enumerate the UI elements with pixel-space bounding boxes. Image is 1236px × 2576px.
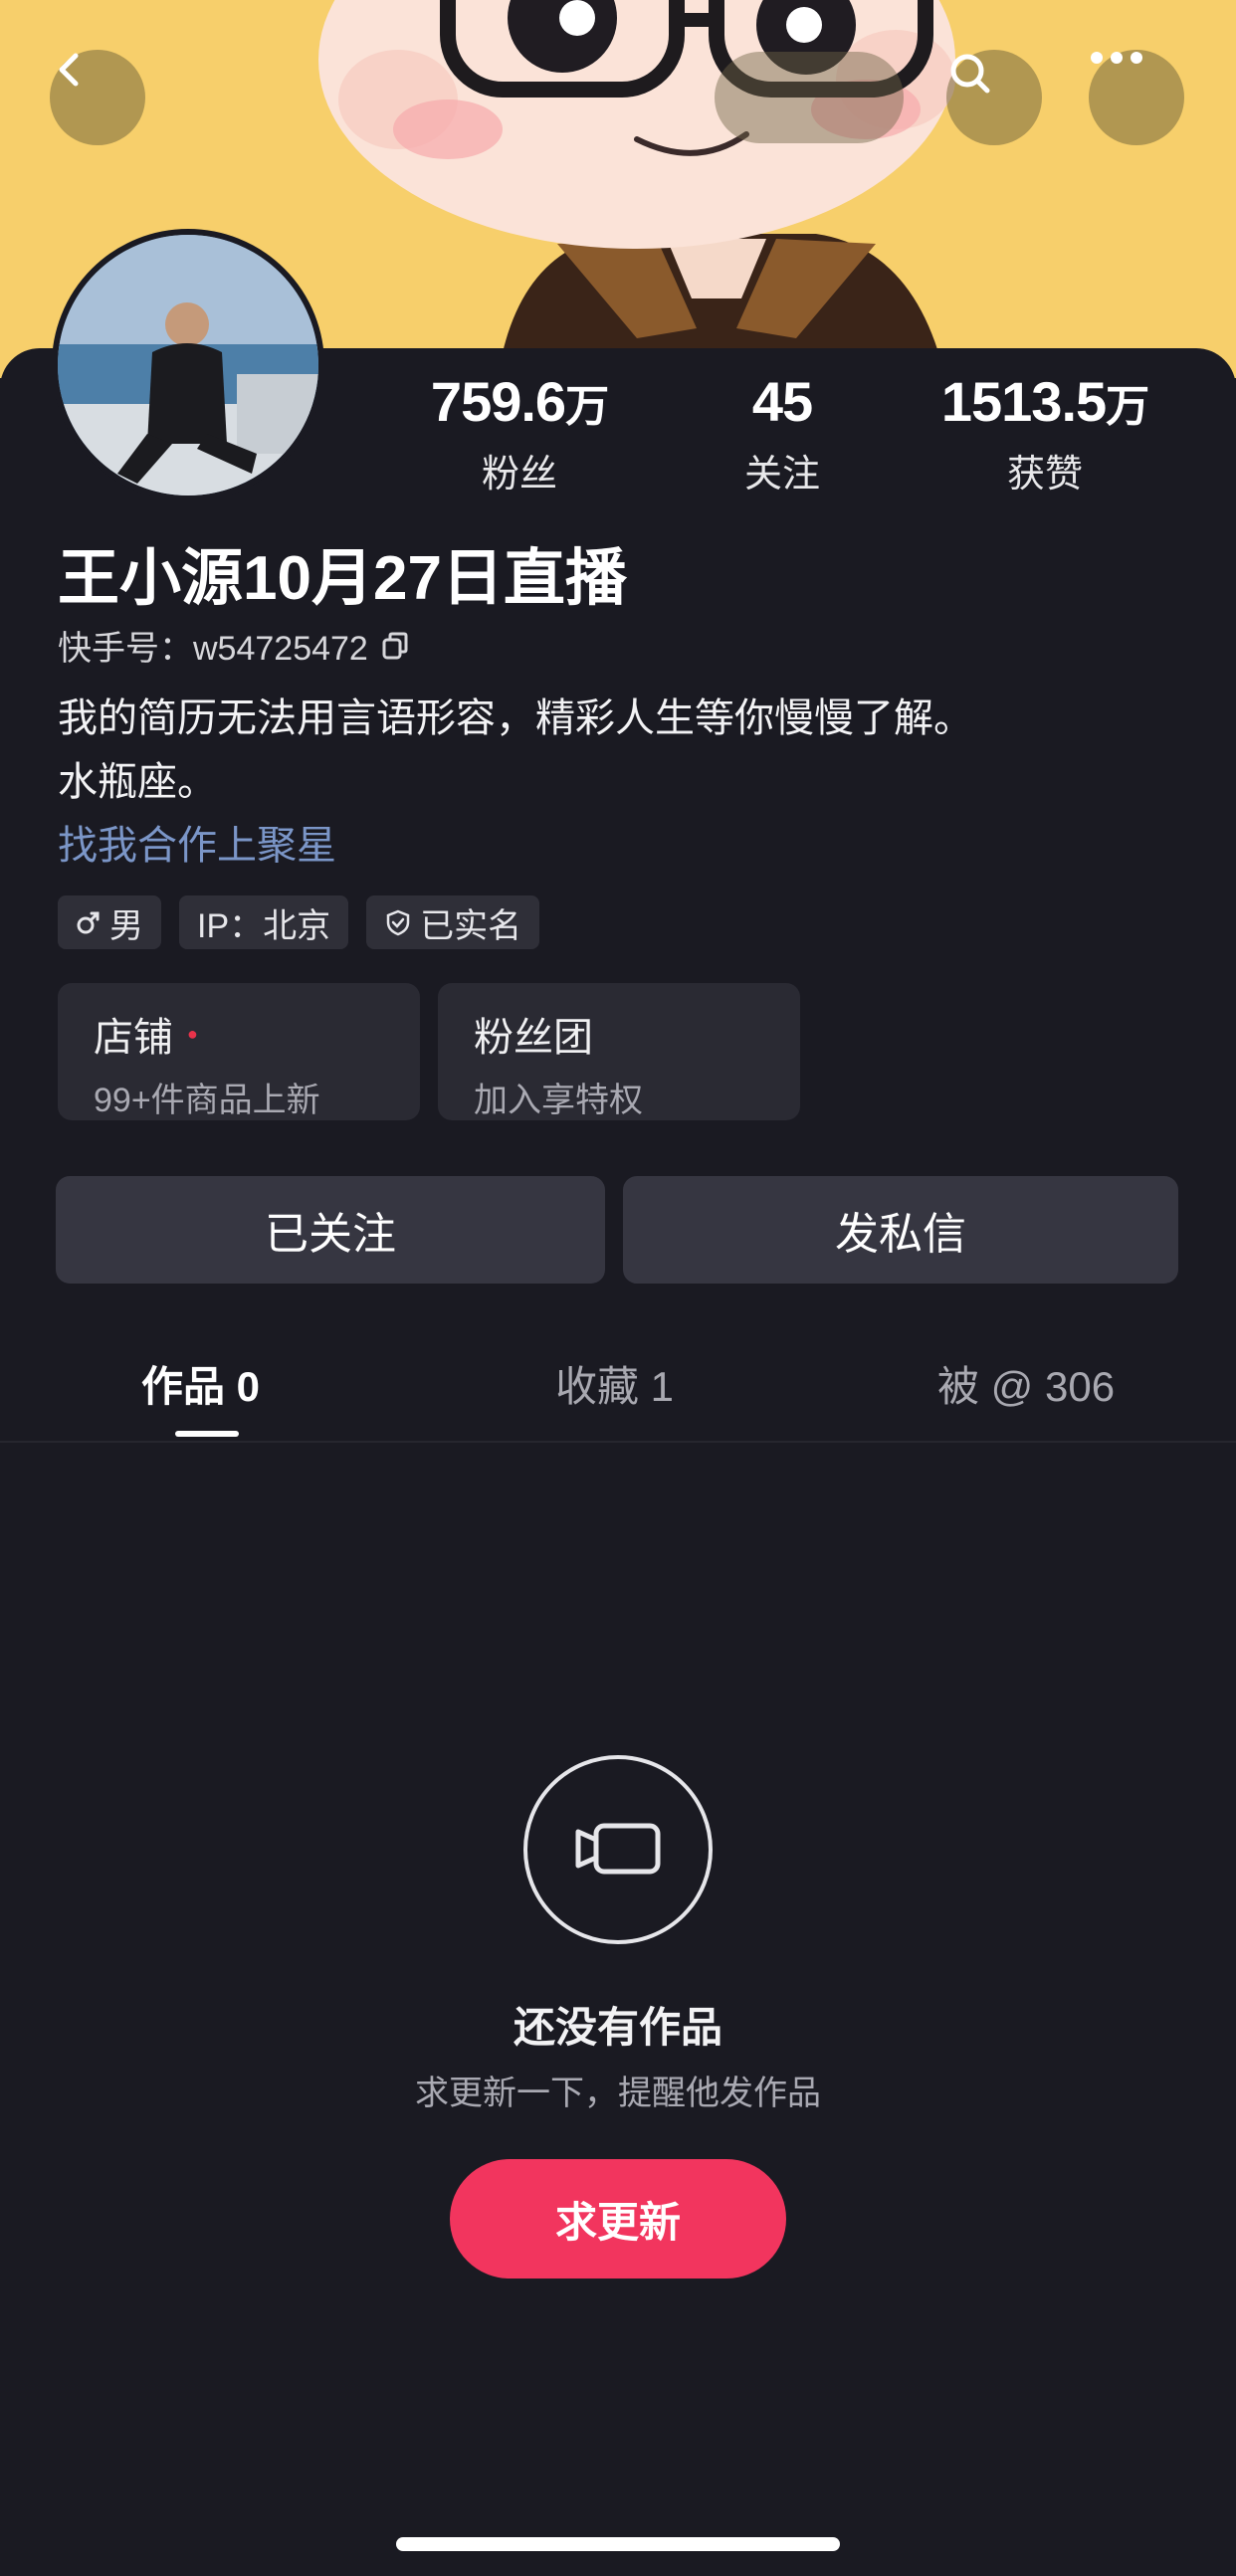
kuaishou-id-row[interactable]: 快手号：w54725472 [58,621,410,670]
shop-card-title: 店铺 [94,1016,173,1060]
avatar[interactable] [52,229,324,501]
empty-state-icon [523,1755,713,1944]
tag-gender: 男 [58,895,161,949]
search-icon [950,54,990,94]
shop-badge-icon: ● [187,1023,198,1044]
tabs-divider [0,1441,1236,1443]
tag-ip: IP：北京 [179,895,349,949]
tab-mentions[interactable]: 被 @ 306 [937,1353,1115,1414]
video-camera-icon [575,1823,661,1875]
tag-verified: 已实名 [366,895,540,949]
stat-following-label: 关注 [743,454,820,495]
stat-likes-label: 获赞 [1006,454,1083,495]
profile-tags: 男 IP：北京 已实名 [58,895,540,949]
message-button[interactable]: 发私信 [623,1176,1178,1284]
stat-likes[interactable]: 1513.5万 获赞 [916,370,1174,497]
followed-button[interactable]: 已关注 [56,1176,605,1284]
fan-club-card-subtitle: 加入享特权 [474,1082,643,1119]
back-button[interactable] [50,50,145,145]
empty-state-subtitle: 求更新一下，提醒他发作品 [415,2075,821,2112]
stat-followers-value: 759.6 [430,370,566,433]
cooperation-link[interactable]: 找我合作上聚星 [58,814,973,878]
bio: 我的简历无法用言语形容，精彩人生等你慢慢了解。 水瓶座。 找我合作上聚星 [58,687,973,878]
shop-card[interactable]: 店铺 ● 99+件商品上新 [58,983,420,1120]
tab-works[interactable]: 作品 0 [141,1353,260,1414]
profile-name: 王小源10月27日直播 [58,544,627,613]
tag-gender-label: 男 [109,906,143,945]
stat-followers[interactable]: 759.6万 粉丝 [390,370,649,497]
avatar-photo [58,235,318,495]
fan-club-card[interactable]: 粉丝团 加入享特权 [438,983,800,1120]
shop-card-subtitle: 99+件商品上新 [94,1082,320,1119]
stat-following[interactable]: 45 关注 [653,370,912,497]
shield-icon [386,909,410,936]
bio-line-1: 我的简历无法用言语形容，精彩人生等你慢慢了解。 [58,696,973,740]
chevron-left-icon [59,53,79,87]
active-tab-indicator [175,1431,239,1437]
stat-following-value: 45 [751,370,813,433]
search-button[interactable] [946,50,1042,145]
blurred-overlay [715,52,904,143]
more-dots-icon [1091,52,1142,64]
stat-followers-unit: 万 [565,382,609,431]
male-icon [77,911,100,934]
request-update-button[interactable]: 求更新 [450,2159,786,2279]
tab-favorites[interactable]: 收藏 1 [555,1353,674,1414]
empty-state-title: 还没有作品 [513,2004,722,2051]
stat-likes-value: 1513.5 [940,370,1107,433]
more-button[interactable] [1089,50,1184,145]
home-indicator[interactable] [396,2537,840,2551]
bio-line-2: 水瓶座。 [58,760,217,804]
kuaishou-id: 快手号：w54725472 [58,630,368,668]
stat-followers-label: 粉丝 [481,454,557,495]
stat-likes-unit: 万 [1106,382,1149,431]
copy-icon[interactable] [380,631,410,661]
tag-verified-label: 已实名 [420,906,522,945]
tag-ip-label: IP：北京 [197,906,331,945]
fan-club-card-title: 粉丝团 [474,1016,593,1060]
